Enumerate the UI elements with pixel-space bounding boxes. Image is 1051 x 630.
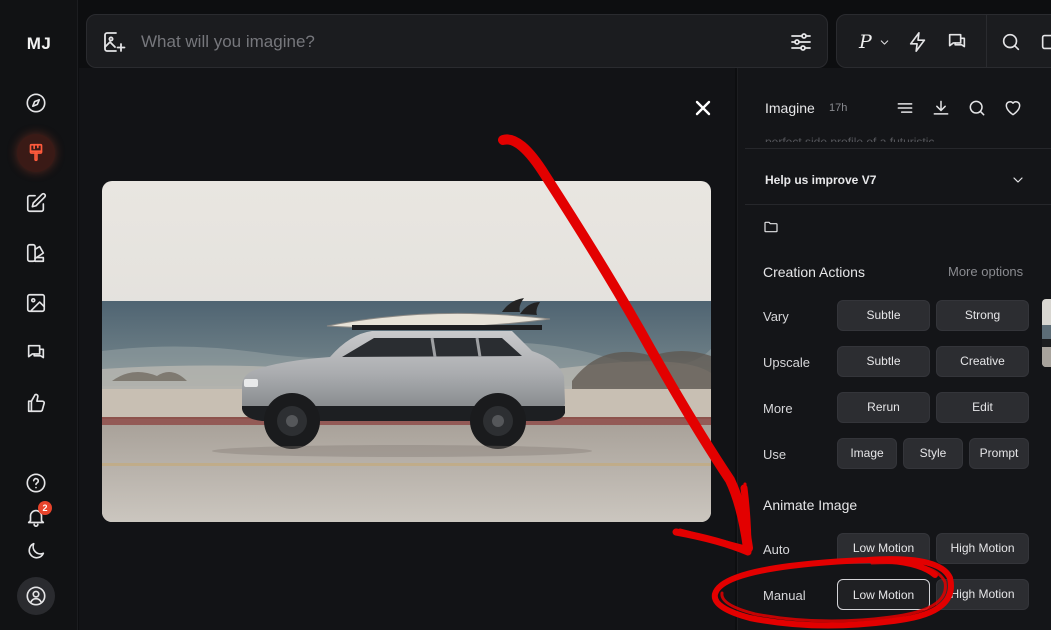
nav-create[interactable] xyxy=(17,134,55,172)
thumbnail-preview[interactable] xyxy=(1042,299,1051,367)
list-icon xyxy=(897,103,913,113)
compass-icon xyxy=(26,93,46,113)
user-icon xyxy=(26,586,46,606)
sidebar: MJ 2 xyxy=(0,0,78,630)
nav-help[interactable] xyxy=(17,464,55,502)
nav-personalize[interactable] xyxy=(17,234,55,272)
more-options-link[interactable]: More options xyxy=(948,264,1023,279)
speed-button[interactable] xyxy=(907,30,929,54)
paintbrush-icon xyxy=(29,143,43,162)
nav-notifications[interactable]: 2 xyxy=(17,498,55,536)
row-label-auto: Auto xyxy=(763,542,790,557)
vary-subtle-button[interactable]: Subtle xyxy=(837,300,930,331)
image-icon xyxy=(26,293,46,313)
folder-button[interactable] xyxy=(763,219,781,237)
panel-timestamp: 17h xyxy=(829,102,848,114)
prompt-bar xyxy=(86,14,828,68)
divider xyxy=(745,148,1051,149)
edit-button[interactable]: Edit xyxy=(936,392,1029,423)
help-improve-toggle[interactable]: Help us improve V7 xyxy=(765,173,876,187)
add-image-icon[interactable] xyxy=(102,30,126,54)
nav-theme[interactable] xyxy=(17,532,55,570)
nav-organize[interactable] xyxy=(17,284,55,322)
row-label-more: More xyxy=(763,401,793,416)
panel-title: Imagine xyxy=(765,100,815,116)
use-prompt-button[interactable]: Prompt xyxy=(969,438,1029,469)
prompt-input[interactable] xyxy=(141,27,761,57)
personalize-label: P xyxy=(859,31,872,53)
vary-strong-button[interactable]: Strong xyxy=(936,300,1029,331)
thumbnail-image xyxy=(1042,299,1051,367)
close-icon xyxy=(695,100,711,116)
download-button[interactable] xyxy=(931,98,951,118)
auto-high-motion-button[interactable]: High Motion xyxy=(936,533,1029,564)
use-image-button[interactable]: Image xyxy=(837,438,897,469)
palette-icon xyxy=(26,243,45,263)
list-button[interactable] xyxy=(895,98,915,118)
upscale-creative-button[interactable]: Creative xyxy=(936,346,1029,377)
chat-icon xyxy=(27,344,45,359)
nav-account[interactable] xyxy=(17,577,55,615)
nav-rank[interactable] xyxy=(17,384,55,422)
rerun-button[interactable]: Rerun xyxy=(837,392,930,423)
creation-actions-title: Creation Actions xyxy=(763,264,865,280)
lightning-icon xyxy=(909,32,926,52)
expand-button[interactable] xyxy=(1010,172,1028,190)
edit-icon xyxy=(26,192,47,213)
row-label-vary: Vary xyxy=(763,309,789,324)
nav-explore[interactable] xyxy=(17,84,55,122)
personalize-toggle[interactable]: P xyxy=(859,30,891,54)
square-icon xyxy=(1041,34,1051,50)
heart-icon xyxy=(1005,101,1021,116)
toolbar-divider xyxy=(986,15,987,67)
row-label-use: Use xyxy=(763,447,787,462)
download-icon xyxy=(933,100,949,115)
settings-sliders-icon[interactable] xyxy=(789,30,813,54)
search-icon xyxy=(1002,33,1020,51)
close-button[interactable] xyxy=(691,96,715,120)
like-button[interactable] xyxy=(1003,98,1023,118)
divider xyxy=(745,204,1051,205)
prompt-text: perfect side profile of a futuristic xyxy=(765,135,935,142)
use-style-button[interactable]: Style xyxy=(903,438,963,469)
folder-icon xyxy=(764,221,778,233)
search-button[interactable] xyxy=(1000,30,1022,54)
row-label-upscale: Upscale xyxy=(763,355,810,370)
nav-edit[interactable] xyxy=(17,184,55,222)
tool-bar: P xyxy=(836,14,1051,68)
search-similar-button[interactable] xyxy=(967,98,987,118)
logo[interactable]: MJ xyxy=(0,34,78,54)
animate-image-title: Animate Image xyxy=(763,497,858,513)
chevron-down-icon xyxy=(880,39,889,45)
chat-icon xyxy=(948,33,966,48)
nav-chat[interactable] xyxy=(17,334,55,372)
car-on-beach-image xyxy=(102,181,711,522)
moon-icon xyxy=(28,542,45,559)
auto-low-motion-button[interactable]: Low Motion xyxy=(837,533,930,564)
manual-high-motion-button[interactable]: High Motion xyxy=(936,579,1029,610)
notification-badge: 2 xyxy=(38,501,52,515)
chat-mode-button[interactable] xyxy=(946,30,968,54)
upscale-subtle-button[interactable]: Subtle xyxy=(837,346,930,377)
thumbs-up-icon xyxy=(27,393,46,413)
manual-low-motion-button[interactable]: Low Motion xyxy=(837,579,930,610)
row-label-manual: Manual xyxy=(763,588,806,603)
help-icon xyxy=(26,473,46,493)
view-button[interactable] xyxy=(1039,30,1051,54)
chevron-down-icon xyxy=(1013,177,1023,183)
generated-image[interactable] xyxy=(102,181,711,522)
search-icon xyxy=(969,100,985,116)
